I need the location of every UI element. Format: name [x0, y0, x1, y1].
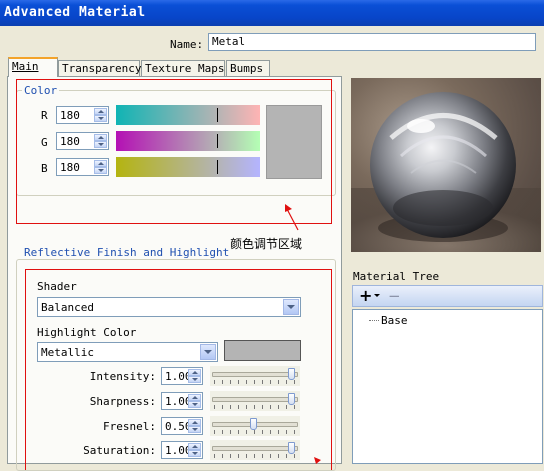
shader-select[interactable]: Balanced: [37, 297, 301, 317]
title-bar: Advanced Material: [0, 0, 544, 26]
tab-transparency-label: Transparency: [62, 62, 142, 75]
shader-value: Balanced: [41, 301, 94, 314]
channel-r-label: R: [41, 109, 48, 122]
chevron-down-icon[interactable]: [283, 299, 299, 315]
intensity-label: Intensity:: [89, 370, 156, 383]
channel-b-gradient[interactable]: [116, 157, 260, 177]
spin-up-icon[interactable]: [188, 369, 201, 376]
tab-texture-maps-label: Texture Maps: [145, 62, 225, 75]
highlight-color-select[interactable]: Metallic: [37, 342, 218, 362]
tree-item-base[interactable]: Base: [380, 314, 409, 327]
shader-label: Shader: [37, 280, 77, 293]
tab-bumps[interactable]: Bumps: [226, 60, 270, 76]
spin-down-icon[interactable]: [94, 141, 107, 148]
add-icon[interactable]: +: [359, 286, 372, 305]
channel-g-spinbox[interactable]: 180: [56, 132, 109, 150]
spin-up-icon[interactable]: [94, 134, 107, 141]
saturation-slider-thumb[interactable]: [288, 442, 295, 454]
channel-b-value: 180: [60, 161, 80, 174]
tree-connector: [369, 320, 379, 321]
name-input[interactable]: Metal: [208, 33, 536, 51]
spin-up-icon[interactable]: [94, 108, 107, 115]
fresnel-slider[interactable]: [210, 416, 300, 436]
channel-b-spinbox[interactable]: 180: [56, 158, 109, 176]
chevron-down-icon[interactable]: [200, 344, 216, 360]
chevron-down-icon[interactable]: [374, 294, 380, 297]
intensity-spinbox[interactable]: 1.000: [161, 367, 203, 385]
channel-r-marker[interactable]: [217, 108, 218, 122]
channel-b-marker[interactable]: [217, 160, 218, 174]
sharpness-label: Sharpness:: [89, 395, 156, 408]
material-tree[interactable]: Base: [352, 309, 543, 464]
material-preview: [351, 78, 541, 252]
saturation-slider[interactable]: [210, 440, 300, 460]
tab-main-label: Main: [12, 60, 39, 73]
fresnel-spinbox[interactable]: 0.500: [161, 417, 203, 435]
fresnel-label: Fresnel:: [103, 420, 156, 433]
channel-g-label: G: [41, 136, 48, 149]
color-annotation-text: 颜色调节区域: [230, 237, 303, 251]
material-tree-toolbar: + −: [352, 285, 543, 307]
preview-sphere-icon: [351, 92, 541, 252]
tab-main[interactable]: Main: [8, 57, 58, 77]
sharpness-slider-thumb[interactable]: [288, 393, 295, 405]
material-tree-label: Material Tree: [353, 270, 440, 283]
window-title: Advanced Material: [4, 5, 146, 20]
saturation-label: Saturation:: [83, 444, 156, 457]
fresnel-slider-thumb[interactable]: [250, 418, 257, 430]
highlight-color-value: Metallic: [41, 346, 94, 359]
remove-icon[interactable]: −: [388, 287, 401, 305]
channel-g-gradient[interactable]: [116, 131, 260, 151]
spin-down-icon[interactable]: [188, 450, 201, 457]
spin-up-icon[interactable]: [188, 419, 201, 426]
channel-g-marker[interactable]: [217, 134, 218, 148]
spin-down-icon[interactable]: [94, 167, 107, 174]
spin-down-icon[interactable]: [188, 376, 201, 383]
name-input-value: Metal: [212, 35, 246, 48]
sharpness-spinbox[interactable]: 1.000: [161, 392, 203, 410]
saturation-spinbox[interactable]: 1.000: [161, 441, 203, 459]
highlight-color-label: Highlight Color: [37, 326, 137, 339]
spin-down-icon[interactable]: [188, 401, 201, 408]
tab-bumps-label: Bumps: [230, 62, 264, 75]
reflective-group-title: Reflective Finish and Highlight: [22, 246, 232, 259]
spin-up-icon[interactable]: [188, 394, 201, 401]
annotation-arrow-icon: [285, 204, 299, 231]
color-swatch[interactable]: [266, 105, 322, 179]
spin-up-icon[interactable]: [94, 160, 107, 167]
spin-down-icon[interactable]: [94, 115, 107, 122]
highlight-color-swatch[interactable]: [224, 340, 301, 361]
channel-g-value: 180: [60, 135, 80, 148]
channel-r-value: 180: [60, 109, 80, 122]
annotation-arrow-icon: [314, 457, 321, 464]
intensity-slider[interactable]: [210, 366, 300, 386]
sharpness-slider[interactable]: [210, 391, 300, 411]
intensity-slider-thumb[interactable]: [288, 368, 295, 380]
tab-transparency[interactable]: Transparency: [58, 60, 142, 76]
channel-r-spinbox[interactable]: 180: [56, 106, 109, 124]
channel-r-gradient[interactable]: [116, 105, 260, 125]
tab-texture-maps[interactable]: Texture Maps: [141, 60, 225, 76]
spin-down-icon[interactable]: [188, 426, 201, 433]
channel-b-label: B: [41, 162, 48, 175]
spin-up-icon[interactable]: [188, 443, 201, 450]
name-label: Name:: [170, 38, 204, 51]
